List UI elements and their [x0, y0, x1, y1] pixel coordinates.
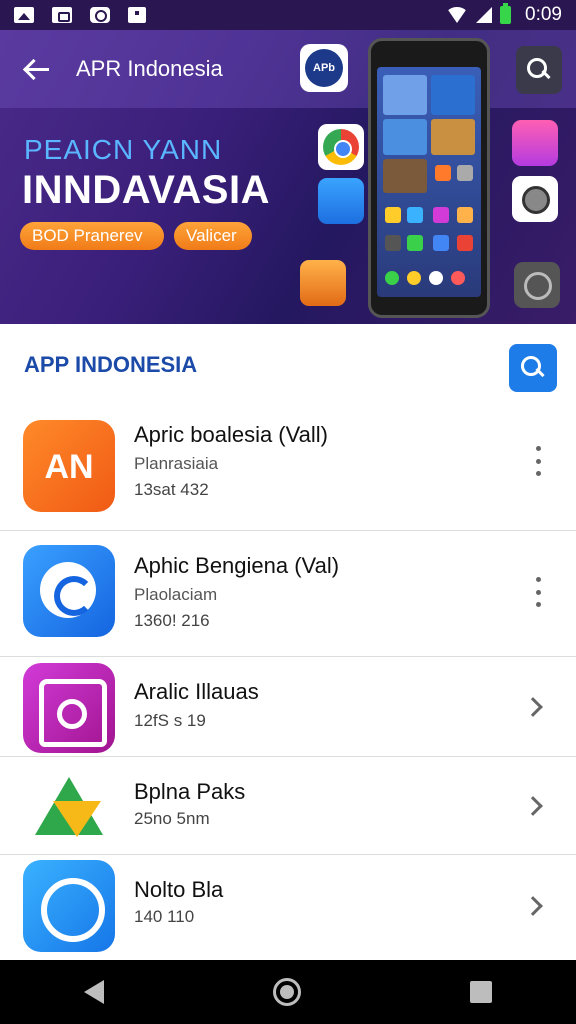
- blue-refresh-icon: [23, 860, 115, 952]
- app-meta: 1360! 216: [134, 611, 210, 630]
- app-meta: 140 110: [134, 907, 195, 926]
- logo-text: APb: [305, 49, 343, 87]
- wifi-icon: [446, 7, 469, 23]
- search-icon: [527, 58, 551, 82]
- signal-icon: [476, 7, 493, 23]
- lens-app-icon: [514, 262, 560, 308]
- chevron-right-icon[interactable]: [523, 896, 543, 916]
- chevron-right-icon[interactable]: [523, 796, 543, 816]
- app-name: Aphic Bengiena (Val): [134, 553, 340, 578]
- app-meta: 13sat 432: [134, 480, 209, 499]
- banner-title: INNDAVASIA: [22, 168, 270, 212]
- gamepad-icon: [52, 7, 72, 23]
- list-item[interactable]: Aralic Illauas 12fS s 19: [0, 657, 576, 757]
- chrome-icon: [318, 124, 364, 170]
- more-options-icon[interactable]: [526, 577, 550, 607]
- nav-back-icon[interactable]: [84, 980, 105, 1004]
- app-meta: 25no 5nm: [134, 809, 210, 828]
- nav-recents-icon[interactable]: [469, 981, 492, 1003]
- page-title: APR Indonesia: [76, 56, 223, 81]
- app-meta: 12fS s 19: [134, 711, 206, 730]
- app-name: Apric boalesia (Vall): [134, 422, 329, 447]
- battery-icon: [500, 3, 512, 24]
- top-search-button[interactable]: [516, 46, 562, 94]
- app-list: AN Apric boalesia (Vall) Planrasiaia 13s…: [0, 404, 576, 958]
- chevron-right-icon[interactable]: [523, 697, 543, 717]
- list-item[interactable]: Aphic Bengiena (Val) Plaolaciam 1360! 21…: [0, 531, 576, 657]
- banner-pill-button[interactable]: BOD Pranerev: [20, 222, 164, 250]
- app-logo: APb: [300, 44, 348, 92]
- music-app-icon: [512, 120, 558, 166]
- image-icon: [14, 7, 34, 23]
- bag-icon: [128, 7, 146, 23]
- app-name: Nolto Bla: [134, 877, 224, 902]
- purple-house-icon: [23, 663, 115, 753]
- back-arrow-icon[interactable]: [20, 52, 54, 86]
- list-item[interactable]: Bplna Paks 25no 5nm: [0, 757, 576, 855]
- list-item[interactable]: Nolto Bla 140 110: [0, 855, 576, 958]
- status-bar: 0:09: [0, 0, 576, 30]
- search-button[interactable]: [509, 344, 557, 392]
- navigation-bar: [0, 960, 576, 1024]
- nav-home-icon[interactable]: [272, 978, 301, 1006]
- figure-app-icon: [318, 178, 364, 224]
- banner-pill-button-2[interactable]: Valicer: [174, 222, 252, 250]
- app-name: Aralic Illauas: [134, 679, 259, 704]
- triangle-icon: [23, 767, 115, 847]
- banner-headline: PEAICN YANN: [24, 134, 223, 165]
- phone-app-icon: [300, 260, 346, 306]
- app-subtitle: Plaolaciam: [134, 585, 218, 604]
- more-options-icon[interactable]: [526, 446, 550, 476]
- orange-an-icon: AN: [23, 420, 115, 512]
- list-item[interactable]: AN Apric boalesia (Vall) Planrasiaia 13s…: [0, 404, 576, 531]
- app-subtitle: Planrasiaia: [134, 454, 219, 473]
- status-time: 0:09: [525, 4, 562, 25]
- app-name: Bplna Paks: [134, 779, 246, 804]
- hero-banner: APR Indonesia APb PEAICN YANN INNDAVASIA…: [0, 30, 576, 324]
- phone-illustration: [368, 38, 490, 318]
- camera-icon: [512, 176, 558, 222]
- section-title: APP INDONESIA: [24, 352, 198, 377]
- blue-chat-icon: [23, 545, 115, 637]
- browser-icon: [90, 7, 110, 23]
- phone-screen: [377, 67, 481, 297]
- search-icon: [521, 356, 545, 380]
